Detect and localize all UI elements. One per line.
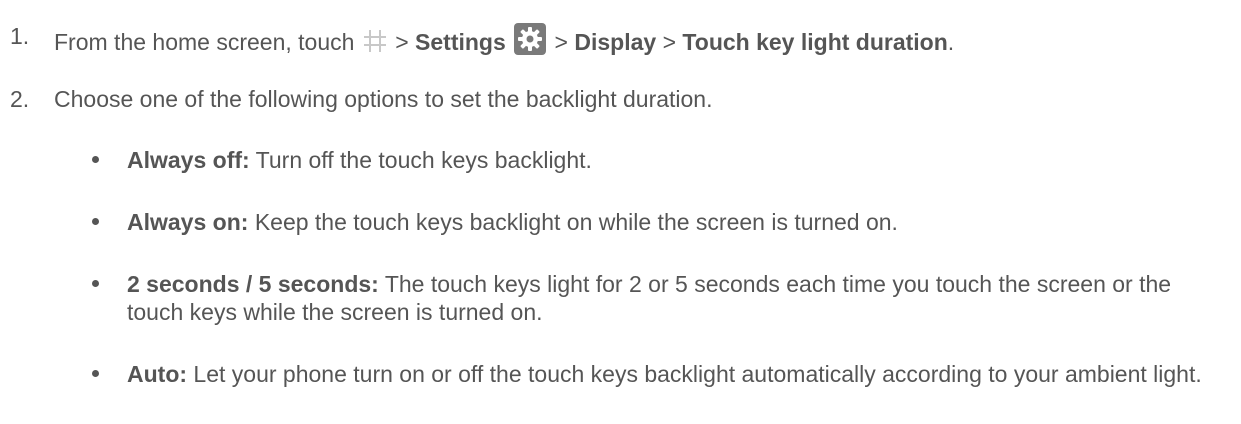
option-label: Auto:	[127, 361, 188, 387]
separator: >	[662, 29, 677, 55]
step-text: Choose one of the following options to s…	[54, 86, 713, 112]
option-label: Always off:	[127, 147, 250, 173]
step-number: 2.	[10, 86, 30, 112]
option-body: Auto: Let your phone turn on or off the …	[127, 360, 1207, 388]
bullet-dot	[92, 370, 99, 377]
menu-touch-key-light-duration: Touch key light duration	[682, 29, 948, 55]
settings-gear-icon	[514, 23, 547, 55]
bullet-dot	[92, 156, 99, 163]
step-end: .	[947, 29, 955, 55]
menu-display: Display	[574, 29, 657, 55]
step-prefix: From the home screen, touch	[54, 29, 355, 55]
option-body: Always on: Keep the touch keys backlight…	[127, 208, 1207, 236]
option-label: 2 seconds / 5 seconds:	[127, 271, 379, 297]
option-desc: Keep the touch keys backlight on while t…	[254, 209, 898, 235]
menu-settings: Settings	[415, 29, 506, 55]
option-label: Always on:	[127, 209, 249, 235]
option-desc: Turn off the touch keys backlight.	[255, 147, 592, 173]
step-number: 1.	[10, 23, 30, 49]
separator: >	[395, 29, 409, 55]
option-body: 2 seconds / 5 seconds: The touch keys li…	[127, 270, 1207, 326]
bullet-dot	[92, 218, 99, 225]
option-body: Always off: Turn off the touch keys back…	[127, 146, 1207, 174]
step-text: From the home screen, touch > Settings >	[54, 23, 954, 56]
apps-grid-icon	[363, 30, 386, 52]
separator: >	[554, 29, 568, 55]
bullet-dot	[92, 280, 99, 287]
option-desc: Let your phone turn on or off the touch …	[193, 361, 1202, 387]
